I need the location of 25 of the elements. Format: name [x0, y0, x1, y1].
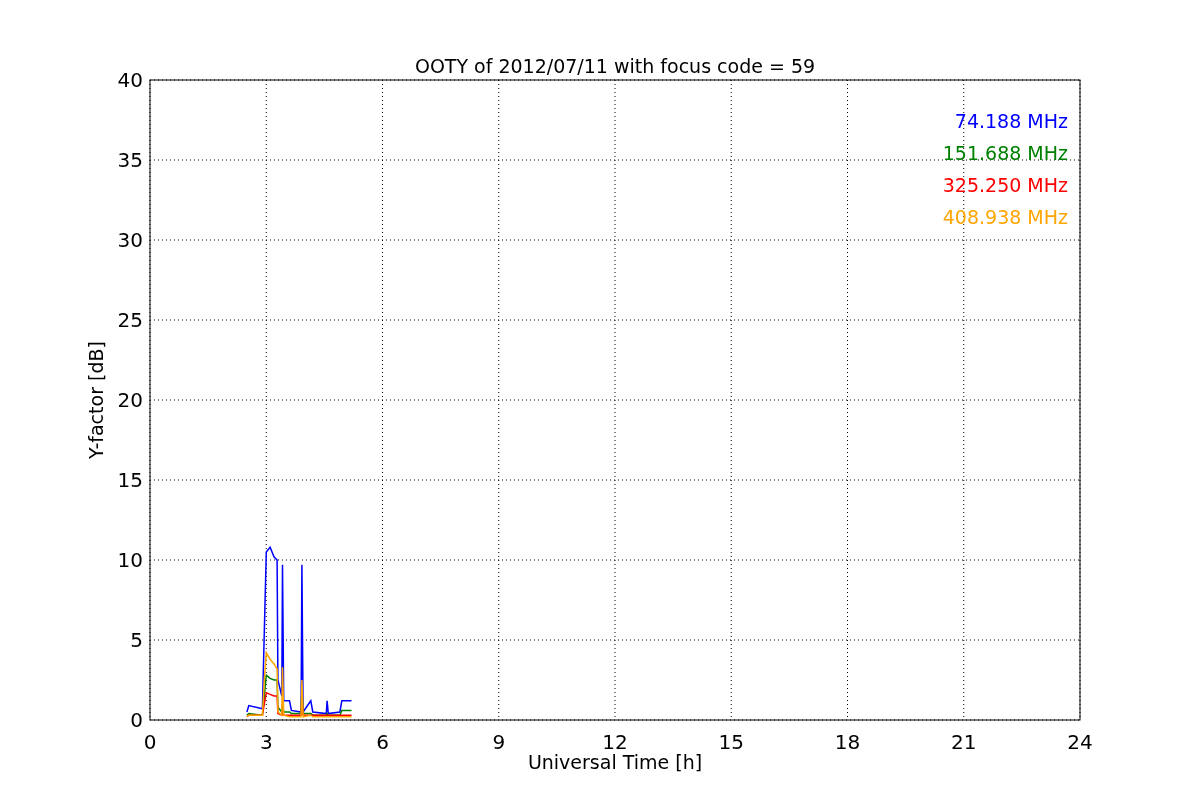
x-tick-label: 18	[834, 730, 861, 754]
y-tick-label: 20	[117, 388, 143, 412]
x-tick-label: 12	[602, 730, 628, 754]
x-tick-label: 6	[376, 730, 389, 754]
y-tick-label: 30	[117, 228, 143, 252]
y-tick-label: 0	[130, 708, 143, 732]
x-tick-label: 0	[143, 730, 157, 754]
x-tick-label: 21	[951, 730, 977, 754]
legend-label: 151.688 MHz	[942, 142, 1068, 164]
legend-label: 74.188 MHz	[954, 110, 1068, 132]
x-tick-label: 9	[492, 730, 506, 754]
x-axis-label: Universal Time [h]	[527, 751, 703, 773]
y-tick-label: 35	[117, 148, 143, 172]
y-tick-label: 25	[117, 308, 143, 332]
x-tick-label: 15	[718, 730, 744, 754]
legend-label: 325.250 MHz	[942, 174, 1068, 196]
y-tick-label: 15	[117, 468, 143, 492]
y-axis-label: Y-factor [dB]	[85, 341, 107, 459]
legend-label: 408.938 MHz	[942, 206, 1068, 228]
y-tick-label: 40	[117, 68, 143, 92]
x-tick-label: 3	[259, 730, 273, 754]
x-tick-label: 24	[1067, 730, 1093, 754]
y-tick-label: 5	[130, 628, 143, 652]
chart-title: OOTY of 2012/07/11 with focus code = 59	[414, 55, 816, 77]
y-tick-label: 10	[117, 548, 143, 572]
